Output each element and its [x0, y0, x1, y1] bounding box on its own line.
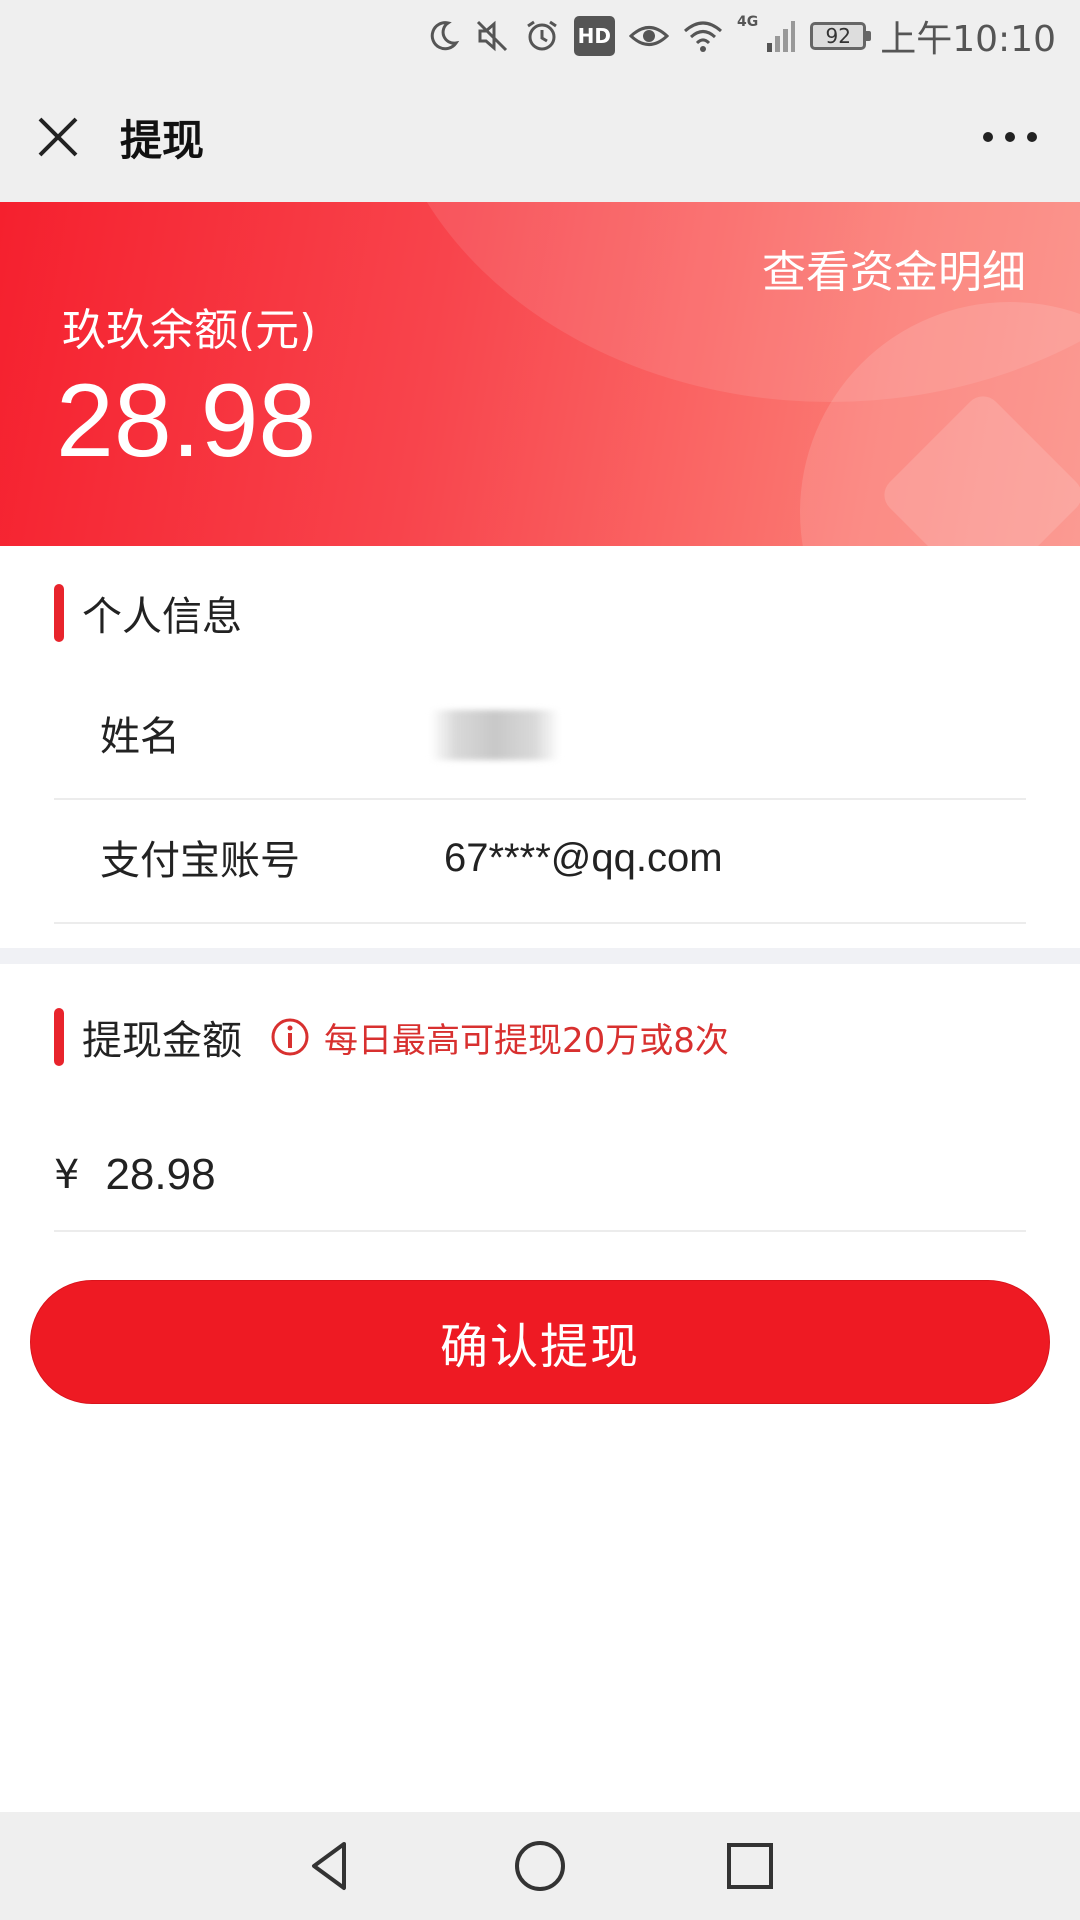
alipay-account-label: 支付宝账号: [100, 838, 300, 884]
currency-symbol: ¥: [54, 1152, 80, 1198]
network-type: 4G: [737, 14, 759, 30]
info-icon: [271, 1018, 309, 1056]
clock: 上午10:10: [880, 19, 1056, 60]
withdraw-amount-header: 提现金额 每日最高可提现20万或8次: [54, 1008, 729, 1066]
withdraw-amount-row: ¥: [54, 1120, 1026, 1232]
page-title: 提现: [120, 115, 205, 165]
wifi-icon: [683, 16, 723, 56]
moon-icon: [426, 16, 460, 56]
confirm-withdraw-button[interactable]: 确认提现: [30, 1280, 1050, 1404]
name-label: 姓名: [100, 714, 180, 760]
alipay-account-row: 支付宝账号 67****@qq.com: [54, 800, 1026, 924]
section-title: 提现金额: [82, 1018, 242, 1064]
alarm-icon: [524, 16, 560, 56]
title-bar: 提现: [0, 72, 1080, 202]
section-title: 个人信息: [82, 594, 242, 640]
back-icon[interactable]: [300, 1836, 360, 1896]
more-options-icon[interactable]: [980, 122, 1040, 152]
close-icon[interactable]: [30, 109, 86, 165]
status-bar: HD 4G 92 上午10:10: [0, 0, 1080, 72]
battery-icon: 92: [810, 22, 872, 50]
limit-tip-text: 每日最高可提现20万或8次: [324, 1020, 729, 1061]
balance-card: 查看资金明细 玖玖余额(元) 28.98: [0, 202, 1080, 546]
section-marker: [54, 584, 64, 642]
system-nav-bar: [0, 1812, 1080, 1920]
alipay-account-value: 67****@qq.com: [444, 836, 723, 880]
home-icon[interactable]: [510, 1836, 570, 1896]
personal-info-header: 个人信息: [54, 584, 242, 642]
signal-icon: [766, 16, 796, 56]
withdraw-amount-input[interactable]: [105, 1150, 906, 1200]
section-marker: [54, 1008, 64, 1066]
balance-label: 玖玖余额(元): [62, 305, 317, 356]
blurred-name: [430, 710, 560, 760]
recent-apps-icon[interactable]: [720, 1836, 780, 1896]
view-fund-details-link[interactable]: 查看资金明细: [762, 236, 1026, 300]
mute-icon: [474, 16, 510, 56]
section-divider: [0, 948, 1080, 964]
balance-amount: 28.98: [56, 363, 317, 479]
eye-icon: [629, 16, 670, 56]
hd-icon: HD: [573, 16, 616, 56]
limit-tip: 每日最高可提现20万或8次: [270, 1013, 729, 1062]
